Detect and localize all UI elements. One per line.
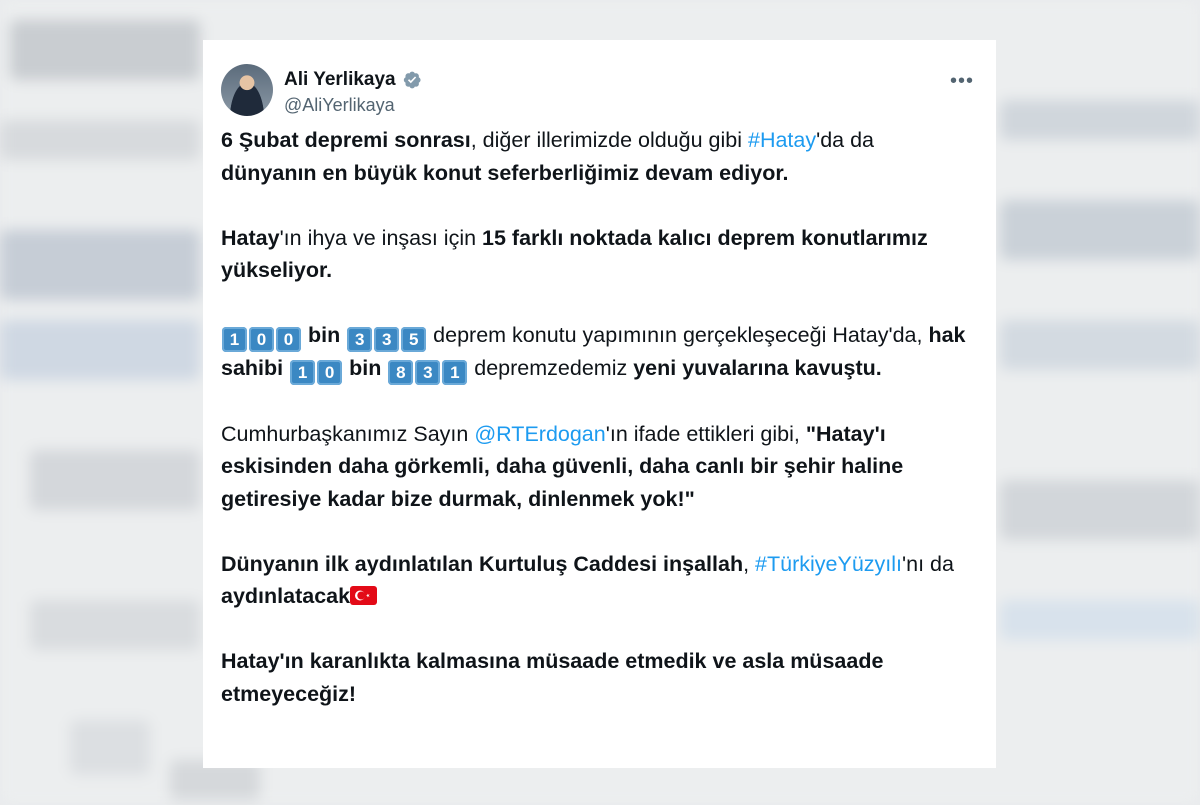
author-name[interactable]: Ali Yerlikaya: [284, 68, 396, 92]
author-handle[interactable]: @AliYerlikaya: [284, 92, 422, 118]
keycap-digit: 3: [347, 327, 373, 352]
mention-rterdogan[interactable]: @RTErdogan: [474, 422, 605, 446]
avatar[interactable]: [221, 64, 273, 116]
turkey-flag-icon: [350, 586, 378, 605]
verified-badge-icon: [403, 71, 421, 89]
paragraph-5: Dünyanın ilk aydınlatılan Kurtuluş Cadde…: [221, 551, 954, 609]
keycap-digit: 0: [249, 327, 274, 352]
keycap-digit: 0: [317, 360, 343, 385]
keycap-digit: 8: [388, 360, 414, 385]
paragraph-1: 6 Şubat depremi sonrası, diğer illerimiz…: [221, 128, 875, 185]
more-options-icon[interactable]: •••: [950, 70, 974, 93]
keycap-digit: 1: [222, 327, 247, 352]
keycap-digit: 1: [290, 360, 316, 385]
paragraph-6: Hatay'ın karanlıkta kalmasına müsaade et…: [221, 649, 884, 706]
hashtag-turkiyeyuzyili[interactable]: #TürkiyeYüzyılı: [755, 552, 902, 576]
paragraph-3: 100 bin 335 deprem konutu yapımının gerç…: [221, 319, 978, 385]
tweet-text: 6 Şubat depremi sonrası, diğer illerimiz…: [221, 124, 978, 710]
paragraph-4: Cumhurbaşkanımız Sayın @RTErdogan'ın ifa…: [221, 421, 904, 511]
keycap-digit: 5: [401, 327, 427, 352]
keycap-digit: 0: [276, 327, 301, 352]
keycap-digit: 1: [442, 360, 468, 385]
paragraph-2: Hatay'ın ihya ve inşası için 15 farklı n…: [221, 225, 928, 283]
tweet-card: Ali Yerlikaya @AliYerlikaya ••• 6 Şubat …: [203, 40, 996, 768]
author-info: Ali Yerlikaya @AliYerlikaya: [284, 68, 422, 118]
keycap-digit: 3: [415, 360, 441, 385]
keycap-digit: 3: [374, 327, 400, 352]
hashtag-hatay[interactable]: #Hatay: [748, 128, 816, 152]
tweet-header: Ali Yerlikaya @AliYerlikaya •••: [221, 64, 978, 124]
